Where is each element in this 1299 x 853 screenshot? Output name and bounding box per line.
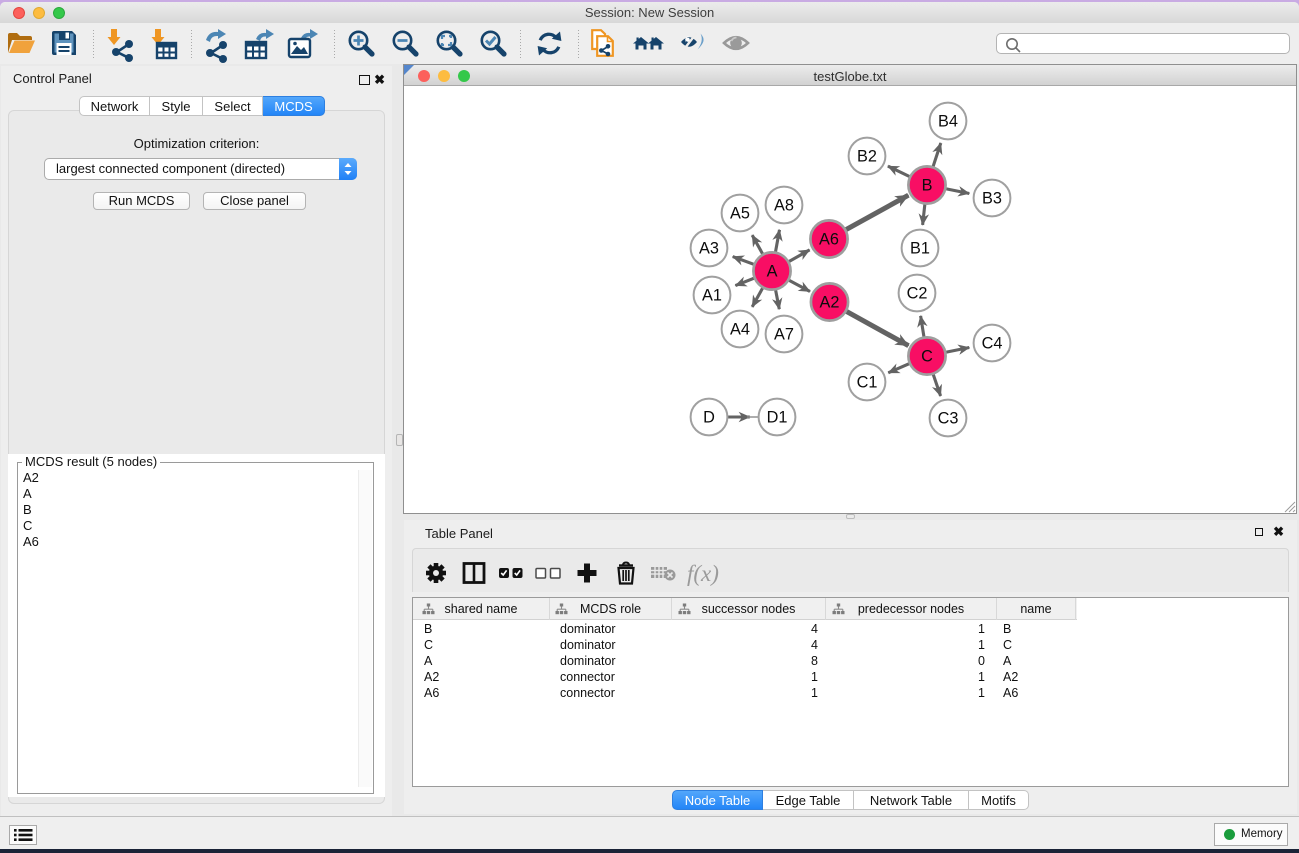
svg-text:C4: C4: [982, 335, 1003, 353]
svg-text:B1: B1: [910, 240, 930, 258]
svg-text:A1: A1: [702, 287, 722, 305]
svg-text:B2: B2: [857, 148, 877, 166]
svg-text:B3: B3: [982, 190, 1002, 208]
svg-text:D1: D1: [767, 409, 788, 427]
svg-text:A4: A4: [730, 321, 750, 339]
svg-text:A: A: [767, 263, 778, 281]
svg-text:B4: B4: [938, 113, 958, 131]
svg-text:A8: A8: [774, 197, 794, 215]
svg-text:A5: A5: [730, 205, 750, 223]
svg-text:C: C: [921, 348, 933, 366]
svg-text:A2: A2: [820, 294, 840, 312]
svg-text:A3: A3: [699, 240, 719, 258]
svg-text:C1: C1: [857, 374, 878, 392]
svg-text:A7: A7: [774, 326, 794, 344]
svg-text:B: B: [922, 177, 933, 195]
svg-text:f(x): f(x): [687, 561, 719, 586]
svg-text:A6: A6: [819, 231, 839, 249]
svg-text:D: D: [703, 409, 715, 427]
svg-text:C2: C2: [907, 285, 928, 303]
svg-text:C3: C3: [938, 410, 959, 428]
